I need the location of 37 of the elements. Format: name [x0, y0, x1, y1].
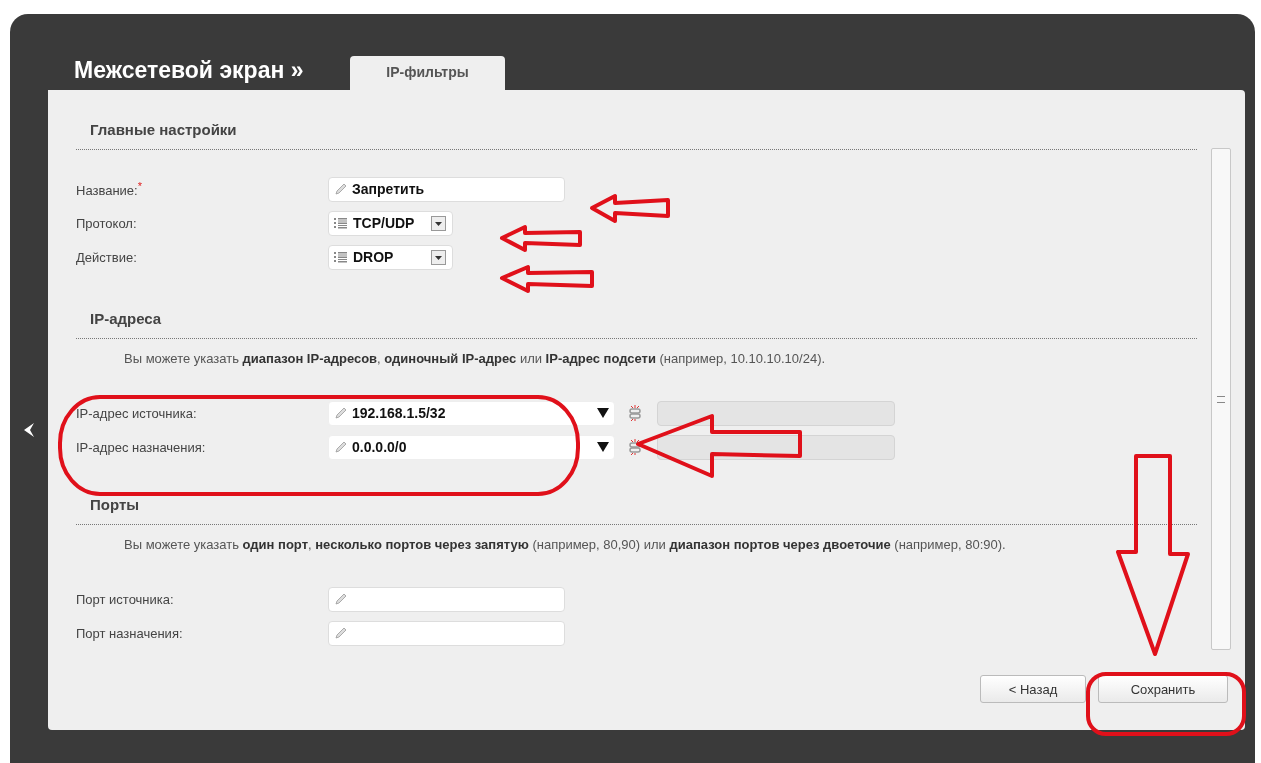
field-label: Порт источника:	[76, 591, 174, 607]
field-label: Название:	[76, 183, 138, 199]
page-title: Межсетевой экран »	[74, 57, 305, 84]
list-icon	[334, 251, 347, 263]
section-title: Порты	[90, 495, 140, 515]
pencil-icon	[334, 592, 348, 606]
pencil-icon	[334, 182, 348, 196]
tab[interactable]: IP-фильтры	[350, 56, 505, 90]
broken-link-icon	[627, 405, 643, 421]
scrollbar-thumb[interactable]	[1211, 148, 1231, 650]
combo-field[interactable]: 0.0.0.0/0	[328, 434, 615, 460]
pencil-icon	[334, 626, 348, 640]
section-title: Главные настройки	[90, 120, 237, 140]
dropdown[interactable]: DROP	[328, 244, 453, 270]
text-field[interactable]	[328, 620, 565, 646]
pencil-icon	[334, 406, 348, 420]
back-chevron-icon[interactable]	[22, 422, 36, 438]
hint-text: Вы можете указать диапазон IP-адресов, одиночный IP-адрес или IP-адрес подсети (например, 10.10.10.10/24).	[123, 351, 827, 367]
text-field[interactable]: Запретить	[328, 176, 565, 202]
field-label: Действие:	[76, 249, 137, 265]
combo-field[interactable]: 192.168.1.5/32	[328, 400, 615, 426]
caret-icon	[597, 442, 609, 452]
field-label: IP-адрес источника:	[76, 405, 197, 421]
caret-icon	[597, 408, 609, 418]
required-mark: *	[137, 179, 142, 192]
field-label: Протокол:	[76, 215, 137, 231]
field-label: IP-адрес назначения:	[76, 439, 206, 455]
back-button[interactable]: < Назад	[980, 675, 1086, 703]
broken-link-icon	[627, 439, 643, 455]
dropdown[interactable]: TCP/UDP	[328, 210, 453, 236]
pencil-icon	[334, 440, 348, 454]
save-button[interactable]: Сохранить	[1098, 675, 1228, 703]
field-label: Порт назначения:	[76, 625, 183, 641]
list-icon	[334, 217, 347, 229]
section-title: IP-адреса	[90, 309, 162, 329]
text-field[interactable]	[328, 586, 565, 612]
hint-text: Вы можете указать один порт, несколько портов через запятую (например, 80,90) или диапазон портов через двоеточие (например, 80:90).	[123, 537, 1007, 553]
